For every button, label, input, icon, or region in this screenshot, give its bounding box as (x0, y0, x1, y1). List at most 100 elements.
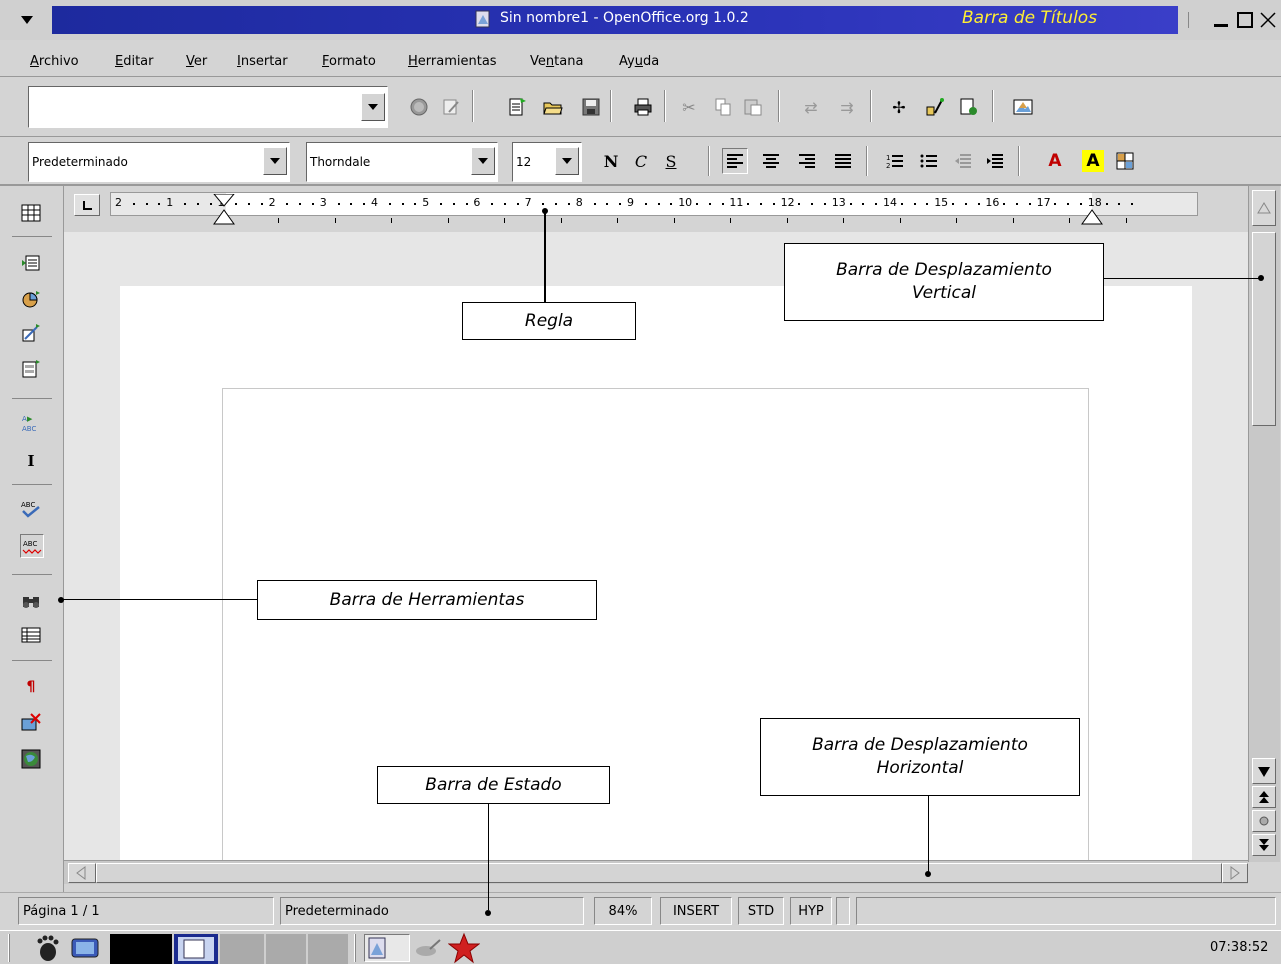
paragraph-style-select[interactable]: Predeterminado (28, 142, 290, 182)
stop-icon[interactable] (408, 96, 430, 118)
menu-ventana[interactable]: Ventana (530, 54, 583, 69)
new-icon[interactable] (506, 96, 528, 118)
underline-button[interactable]: S (660, 150, 682, 172)
menu-archivo[interactable]: Archivo (30, 54, 79, 69)
scroll-down-button[interactable] (1252, 758, 1276, 784)
edit-file-icon[interactable] (440, 96, 462, 118)
align-right-button[interactable] (796, 150, 818, 172)
insert-table-icon[interactable] (20, 202, 42, 224)
ruler-label: 14 (883, 196, 897, 209)
menu-ver[interactable]: Ver (186, 54, 207, 69)
font-dropdown-button[interactable] (471, 147, 495, 175)
status-hyperlink-mode[interactable]: HYP (790, 897, 832, 925)
numbering-icon[interactable]: 12 (884, 150, 906, 172)
font-name-select[interactable]: Thorndale (306, 142, 498, 182)
minimize-icon[interactable] (1212, 12, 1230, 30)
text-cursor-icon[interactable]: I (20, 450, 42, 472)
background-color-icon[interactable] (1114, 150, 1136, 172)
navigation-button[interactable] (1252, 810, 1276, 832)
decrease-indent-icon[interactable] (952, 150, 974, 172)
font-size-select[interactable]: 12 (512, 142, 582, 182)
ruler-tick (670, 203, 673, 205)
ruler-label: 11 (729, 196, 744, 209)
vertical-scroll-thumb[interactable] (1252, 232, 1276, 426)
align-left-button[interactable] (722, 148, 748, 174)
bullets-icon[interactable] (918, 150, 940, 172)
insert-object-icon[interactable] (20, 322, 42, 344)
url-input[interactable] (28, 86, 388, 128)
scroll-up-button[interactable] (1252, 190, 1276, 226)
italic-button[interactable]: C (630, 150, 652, 172)
insert-form-icon[interactable] (20, 358, 42, 380)
taskbar-window-openoffice[interactable] (364, 934, 410, 962)
online-layout-icon[interactable] (20, 748, 42, 770)
next-page-button[interactable] (1252, 834, 1276, 856)
data-sources-icon[interactable] (958, 96, 980, 118)
workspace-1[interactable] (110, 934, 172, 964)
menu-formato[interactable]: Formato (322, 54, 376, 69)
justify-button[interactable] (832, 150, 854, 172)
workspace-3[interactable] (220, 934, 264, 964)
workspace-2[interactable] (174, 934, 218, 964)
insert-field-icon[interactable] (20, 252, 42, 274)
ruler-tick (132, 203, 135, 205)
terminal-icon[interactable] (68, 936, 102, 962)
font-color-button[interactable]: A (1044, 150, 1066, 172)
copy-icon[interactable] (712, 96, 734, 118)
print-icon[interactable] (632, 96, 654, 118)
workspace-5[interactable] (308, 934, 348, 964)
ruler-tab-stop (956, 218, 957, 223)
star-icon[interactable] (447, 932, 481, 964)
right-indent-marker[interactable] (1080, 194, 1104, 226)
style-dropdown-button[interactable] (263, 147, 287, 175)
horizontal-scroll-thumb[interactable] (96, 863, 1222, 883)
left-indent-marker[interactable] (212, 193, 236, 226)
url-dropdown-button[interactable] (361, 93, 385, 121)
align-center-button[interactable] (760, 150, 782, 172)
highlight-button[interactable]: A (1082, 150, 1104, 172)
menu-ayuda[interactable]: Ayuda (619, 54, 659, 69)
status-style[interactable]: Predeterminado (280, 897, 584, 925)
toolbar-callout-dot (58, 597, 64, 603)
scroll-left-button[interactable] (68, 863, 96, 883)
redo-icon[interactable]: ⇉ (836, 96, 858, 118)
open-icon[interactable] (542, 96, 564, 118)
formatting-marks-icon[interactable]: ¶ (20, 676, 42, 698)
maximize-icon[interactable] (1236, 11, 1254, 29)
status-selection-mode[interactable]: STD (738, 897, 784, 925)
separator (12, 660, 52, 661)
auto-text-icon[interactable]: A ▶ ABC (20, 412, 42, 434)
undo-icon[interactable]: ⇄ (800, 96, 822, 118)
navigator-icon[interactable]: ✢ (888, 96, 910, 118)
previous-page-button[interactable] (1252, 786, 1276, 808)
menu-herramientas[interactable]: Herramientas (408, 54, 497, 69)
tab-stop-selector[interactable] (74, 194, 100, 216)
status-page[interactable]: Página 1 / 1 (18, 897, 274, 925)
menu-insertar[interactable]: Insertar (237, 54, 288, 69)
graphics-off-icon[interactable] (20, 712, 42, 734)
autospellcheck-icon[interactable]: ABC (20, 534, 44, 558)
ruler-tab-stop (391, 218, 392, 223)
data-grid-icon[interactable] (20, 624, 42, 646)
save-icon[interactable] (580, 96, 602, 118)
size-dropdown-button[interactable] (555, 147, 579, 175)
stylist-icon[interactable] (924, 96, 946, 118)
close-icon[interactable] (1258, 10, 1278, 30)
find-icon[interactable] (20, 590, 42, 612)
menu-editar[interactable]: Editar (115, 54, 154, 69)
status-zoom[interactable]: 84% (594, 897, 652, 925)
spellcheck-icon[interactable]: ABC (20, 498, 42, 520)
bold-button[interactable]: N (600, 150, 622, 172)
workspace-4[interactable] (266, 934, 306, 964)
gallery-icon[interactable] (1012, 96, 1034, 118)
gnome-foot-icon[interactable] (32, 934, 60, 962)
cut-icon[interactable]: ✂ (678, 96, 700, 118)
paste-icon[interactable] (742, 96, 764, 118)
ruler-tick (337, 203, 340, 205)
taskbar-window-editor[interactable] (412, 934, 446, 962)
increase-indent-icon[interactable] (984, 150, 1006, 172)
window-menu-icon[interactable] (20, 14, 34, 26)
status-insert-mode[interactable]: INSERT (660, 897, 732, 925)
insert-chart-icon[interactable] (20, 288, 42, 310)
scroll-right-button[interactable] (1222, 863, 1248, 883)
